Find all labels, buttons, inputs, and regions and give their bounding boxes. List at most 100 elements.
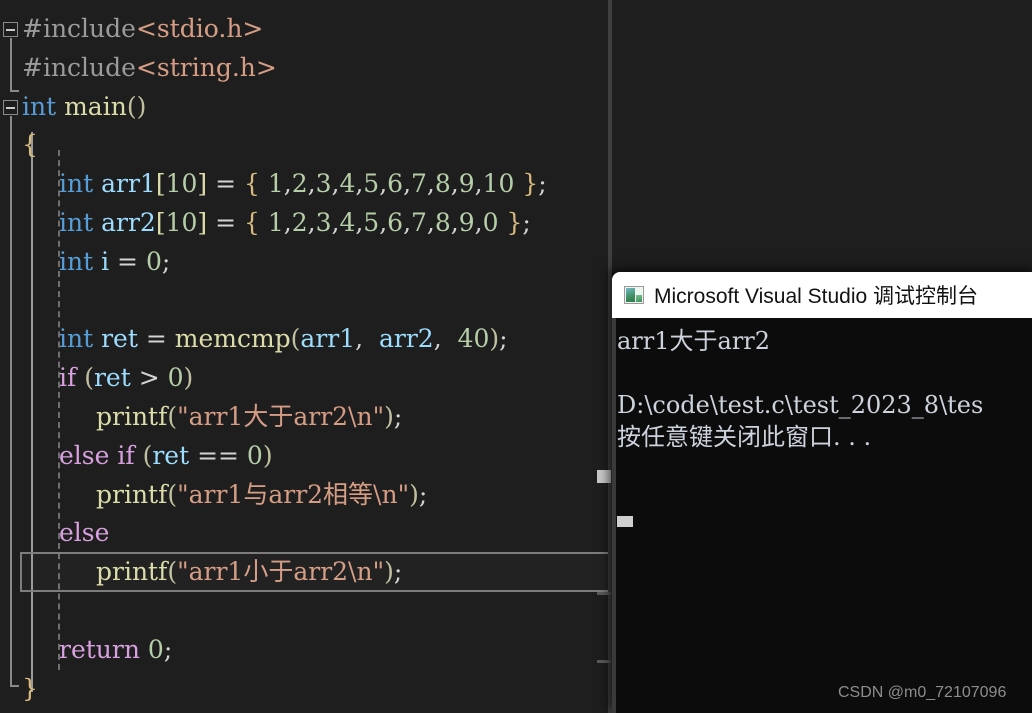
code-token: ,	[403, 169, 412, 199]
code-token: ,	[283, 169, 292, 199]
code-token: 5	[363, 208, 380, 237]
code-token: 3	[315, 208, 332, 237]
code-token: ,	[433, 324, 450, 354]
code-token: printf	[96, 402, 168, 431]
code-line-text: printf("arr1与arr2相等\n");	[96, 475, 427, 514]
code-line-text: #include<string.h>	[22, 48, 277, 87]
code-token: ()	[126, 91, 147, 121]
code-line-text: int ret = memcmp(arr1, arr2, 40);	[59, 319, 508, 358]
code-token: {	[22, 130, 38, 160]
console-titlebar[interactable]: Microsoft Visual Studio 调试控制台	[612, 272, 1032, 318]
code-token: 10	[165, 208, 198, 237]
code-token: ;	[393, 402, 403, 431]
code-token: printf	[96, 557, 168, 587]
code-token: else	[59, 518, 110, 548]
code-token: ;	[538, 169, 547, 199]
code-token: 10	[482, 169, 515, 199]
code-token: ;	[161, 246, 171, 276]
code-line-text: printf("arr1大于arr2\n");	[96, 397, 402, 436]
code-token: ,	[307, 208, 316, 237]
code-token: arr1	[101, 169, 156, 199]
code-token: #include	[22, 14, 136, 43]
code-token: 1	[267, 208, 284, 237]
code-token: (	[167, 479, 178, 509]
code-line-text: }	[22, 669, 38, 708]
code-token: int	[59, 324, 102, 354]
code-token: }	[514, 169, 539, 199]
code-token: 4	[339, 169, 356, 199]
scrollbar-marker	[597, 592, 611, 595]
console-output-line: arr1大于arr2	[617, 327, 771, 355]
code-token: ]	[197, 208, 208, 237]
console-output-line: D:\code\test.c\test_2023_8\tes	[617, 391, 984, 419]
code-token: =	[207, 169, 244, 199]
code-token: return	[59, 634, 148, 664]
code-token: =	[207, 208, 244, 237]
code-token: 4	[339, 208, 356, 237]
code-token: 9	[458, 169, 475, 199]
code-line-text: int main()	[22, 87, 146, 126]
code-token: ;	[522, 208, 531, 237]
code-token: [	[155, 169, 166, 199]
code-token: )	[384, 557, 394, 587]
block-structure-bar	[31, 132, 33, 692]
code-token: ,	[307, 169, 316, 199]
code-token: (	[142, 440, 153, 470]
code-line-text: return 0;	[59, 630, 172, 669]
code-token: 3	[315, 169, 332, 199]
code-token: 7	[411, 169, 427, 199]
fold-region-line	[10, 38, 12, 91]
code-token: ret	[93, 363, 131, 393]
fold-region-end	[10, 90, 19, 92]
code-token: 6	[387, 208, 404, 237]
csdn-watermark: CSDN @m0_72107096	[838, 684, 1007, 701]
debug-console-window[interactable]: Microsoft Visual Studio 调试控制台 arr1大于arr2…	[612, 272, 1032, 713]
code-line-text: #include<stdio.h>	[22, 9, 263, 48]
code-token: (	[167, 402, 178, 431]
code-token: ,	[403, 208, 412, 237]
code-token: int	[59, 246, 102, 276]
code-token: <string.h>	[135, 52, 277, 82]
code-token: )	[489, 324, 500, 354]
console-output-line: 按任意键关闭此窗口. . .	[617, 423, 872, 451]
code-token: arr2	[371, 324, 434, 354]
fold-toggle-icon[interactable]	[3, 100, 18, 115]
code-token: ==	[189, 440, 247, 470]
code-token: ,	[450, 169, 459, 199]
code-token: ]	[197, 169, 208, 199]
code-token: 0	[167, 363, 184, 393]
code-token: if	[59, 363, 85, 393]
code-token: 8	[434, 208, 451, 237]
code-editor[interactable]: #include<stdio.h> #include<string.h> int m…	[0, 0, 612, 713]
code-line-text: else if (ret == 0)	[59, 436, 273, 475]
code-token: {	[244, 169, 268, 199]
code-token: int	[22, 91, 65, 121]
code-token: int	[59, 169, 102, 199]
code-token: ,	[474, 169, 483, 199]
code-token: 9	[458, 208, 475, 237]
code-token: 6	[387, 169, 404, 199]
console-left-edge	[612, 318, 616, 713]
code-token: ,	[426, 208, 435, 237]
code-token: 5	[363, 169, 380, 199]
code-token: 0	[145, 246, 162, 276]
code-token: 8	[434, 169, 451, 199]
code-token: "arr1与arr2相等\n"	[177, 479, 410, 509]
code-token: )	[262, 440, 273, 470]
fold-toggle-icon[interactable]	[3, 22, 18, 37]
code-token: ,	[450, 208, 459, 237]
screenshot-root: #include<stdio.h> #include<string.h> int m…	[0, 0, 1032, 713]
console-cursor	[617, 516, 633, 527]
code-token: }	[498, 208, 523, 237]
code-token: i	[101, 246, 110, 276]
code-token: =	[109, 246, 146, 276]
code-line-text: if (ret > 0)	[59, 358, 193, 397]
code-token: (	[167, 557, 178, 587]
editor-scrollbar-thumb[interactable]	[597, 470, 611, 483]
code-token: ;	[163, 634, 173, 664]
code-token: )	[183, 363, 194, 393]
code-token: ;	[418, 479, 428, 509]
code-token: arr2	[101, 208, 156, 237]
console-output-area[interactable]: arr1大于arr2 D:\code\test.c\test_2023_8\tes…	[612, 318, 1032, 713]
